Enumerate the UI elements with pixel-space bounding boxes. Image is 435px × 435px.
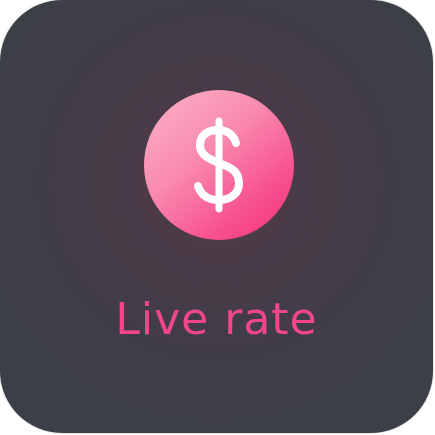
- dollar-sign-icon: [194, 117, 243, 213]
- tile-label: Live rate: [115, 294, 318, 345]
- currency-badge: [144, 90, 294, 240]
- live-rate-tile[interactable]: Live rate: [0, 0, 433, 433]
